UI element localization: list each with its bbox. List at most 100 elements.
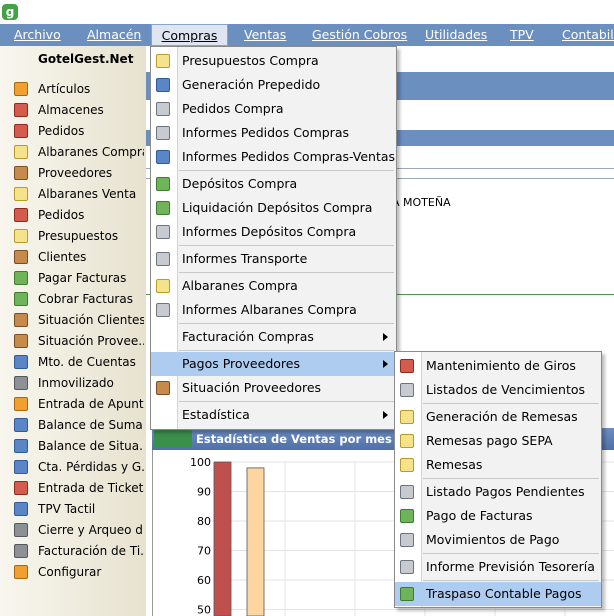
submenu-arrow-icon (383, 411, 388, 419)
menu-item[interactable]: Informes Transporte (151, 247, 396, 271)
sidebar-item-label: Inmovilizado (38, 376, 114, 390)
menu-item[interactable]: Depósitos Compra (151, 172, 396, 196)
menu-tpv[interactable]: TPV (509, 24, 535, 46)
menu-ventas[interactable]: Ventas (243, 24, 287, 46)
menu-item-label: Pagos Proveedores (182, 356, 300, 371)
print-icon (400, 383, 414, 397)
sidebar-item-label: TPV Tactil (38, 502, 96, 516)
sidebar-item[interactable]: Cta. Pérdidas y G... (12, 457, 144, 477)
sidebar-item-label: Entrada de Tickets (38, 481, 144, 495)
sidebar-item[interactable]: Balance de Situa... (12, 436, 144, 456)
menu-item-label: Informes Pedidos Compras (182, 125, 349, 140)
sidebar-item[interactable]: Almacenes (12, 100, 144, 120)
menu-item[interactable]: Informe Previsión Tesorería (395, 555, 601, 579)
menu-archivo[interactable]: Archivo (13, 24, 62, 46)
sidebar-item[interactable]: Balance de Suma... (12, 415, 144, 435)
menu-item-label: Albaranes Compra (182, 278, 298, 293)
document-icon (156, 279, 170, 293)
transfer-icon (400, 587, 414, 601)
sidebar-item[interactable]: Artículos (12, 79, 144, 99)
menu-almacen[interactable]: Almacén (86, 24, 142, 46)
menu-item[interactable]: Presupuestos Compra (151, 49, 396, 73)
print-icon (400, 560, 414, 574)
sidebar-item-label: Configurar (38, 565, 102, 579)
sidebar-item[interactable]: Pedidos (12, 205, 144, 225)
sidebar-item[interactable]: Inmovilizado (12, 373, 144, 393)
sidebar-item[interactable]: Proveedores (12, 163, 144, 183)
person-icon (14, 166, 28, 180)
sidebar-item[interactable]: Entrada de Apunt... (12, 394, 144, 414)
menu-item[interactable]: Listado Pagos Pendientes (395, 480, 601, 504)
sidebar-item[interactable]: Mto. de Cuentas (12, 352, 144, 372)
app-logo-icon[interactable]: g (2, 4, 18, 20)
menu-gestion-cobros[interactable]: Gestión Cobros (311, 24, 408, 46)
menu-item[interactable]: Generación Prepedido (151, 73, 396, 97)
sidebar-item[interactable]: Albaranes Venta (12, 184, 144, 204)
menu-item[interactable]: Informes Depósitos Compra (151, 220, 396, 244)
menu-item-label: Depósitos Compra (182, 176, 298, 191)
menu-item[interactable]: Liquidación Depósitos Compra (151, 196, 396, 220)
print-icon (156, 252, 170, 266)
sidebar-item-label: Presupuestos (38, 229, 119, 243)
balance-icon (14, 418, 28, 432)
menu-item[interactable]: Pagos Proveedores (151, 352, 396, 376)
sidebar-item[interactable]: Albaranes Compra (12, 142, 144, 162)
menu-item-label: Movimientos de Pago (426, 532, 560, 547)
menu-item[interactable]: Traspaso Contable Pagos (395, 582, 601, 606)
sidebar-item[interactable]: Pagar Facturas (12, 268, 144, 288)
envelope-icon (400, 458, 414, 472)
sidebar-item[interactable]: Facturación de Ti... (12, 541, 144, 561)
order-icon (14, 124, 28, 138)
cash-register-icon (14, 523, 28, 537)
sidebar-item-label: Mto. de Cuentas (38, 355, 136, 369)
menu-utilidades[interactable]: Utilidades (424, 24, 488, 46)
menu-item[interactable]: Remesas pago SEPA (395, 429, 601, 453)
menu-separator (179, 272, 394, 273)
menu-separator (423, 403, 599, 404)
sidebar-item[interactable]: Pedidos (12, 121, 144, 141)
menu-item[interactable]: Situación Proveedores (151, 376, 396, 400)
sidebar-item-label: Albaranes Venta (38, 187, 137, 201)
sidebar-item[interactable]: TPV Tactil (12, 499, 144, 519)
sidebar-item-label: Proveedores (38, 166, 113, 180)
menu-separator (179, 350, 394, 351)
menu-item[interactable]: Estadística (151, 403, 396, 427)
sidebar-item-label: Situación Clientes (38, 313, 144, 327)
menu-separator (179, 170, 394, 171)
menu-item-label: Pago de Facturas (426, 508, 533, 523)
menu-item[interactable]: Facturación Compras (151, 325, 396, 349)
menu-item[interactable]: Pago de Facturas (395, 504, 601, 528)
deposit-icon (156, 177, 170, 191)
menu-item[interactable]: Informes Pedidos Compras (151, 121, 396, 145)
pencil-icon (14, 397, 28, 411)
wrench-icon (14, 565, 28, 579)
company-name-text: A MOTEÑA (392, 196, 451, 209)
menu-item[interactable]: Movimientos de Pago (395, 528, 601, 552)
menu-item[interactable]: Informes Albaranes Compra (151, 298, 396, 322)
menu-item-label: Remesas pago SEPA (426, 433, 553, 448)
menu-contabilidad[interactable]: Contabilic (561, 24, 614, 46)
menu-item[interactable]: Remesas (395, 453, 601, 477)
sidebar-item[interactable]: Presupuestos (12, 226, 144, 246)
y-tick-label: 90 (197, 486, 211, 499)
sidebar-item[interactable]: Situación Clientes (12, 310, 144, 330)
person-icon (14, 313, 28, 327)
sidebar-item[interactable]: Cobrar Facturas (12, 289, 144, 309)
menu-item-label: Generación de Remesas (426, 409, 578, 424)
menu-item[interactable]: Listados de Vencimientos (395, 378, 601, 402)
menu-item[interactable]: Mantenimiento de Giros (395, 354, 601, 378)
menu-item[interactable]: Pedidos Compra (151, 97, 396, 121)
sidebar-item[interactable]: Cierre y Arqueo d... (12, 520, 144, 540)
menu-item[interactable]: Informes Pedidos Compras-Ventas (151, 145, 396, 169)
sidebar-item[interactable]: Situación Provee... (12, 331, 144, 351)
envelope-icon (400, 410, 414, 424)
sidebar-item[interactable]: Clientes (12, 247, 144, 267)
menu-item[interactable]: Generación de Remesas (395, 405, 601, 429)
balance-icon (14, 439, 28, 453)
bar (246, 467, 265, 616)
sidebar-item-label: Clientes (38, 250, 87, 264)
sidebar-item[interactable]: Entrada de Tickets (12, 478, 144, 498)
menu-item[interactable]: Albaranes Compra (151, 274, 396, 298)
menu-compras[interactable]: Compras (151, 24, 228, 46)
sidebar-item[interactable]: Configurar (12, 562, 144, 582)
